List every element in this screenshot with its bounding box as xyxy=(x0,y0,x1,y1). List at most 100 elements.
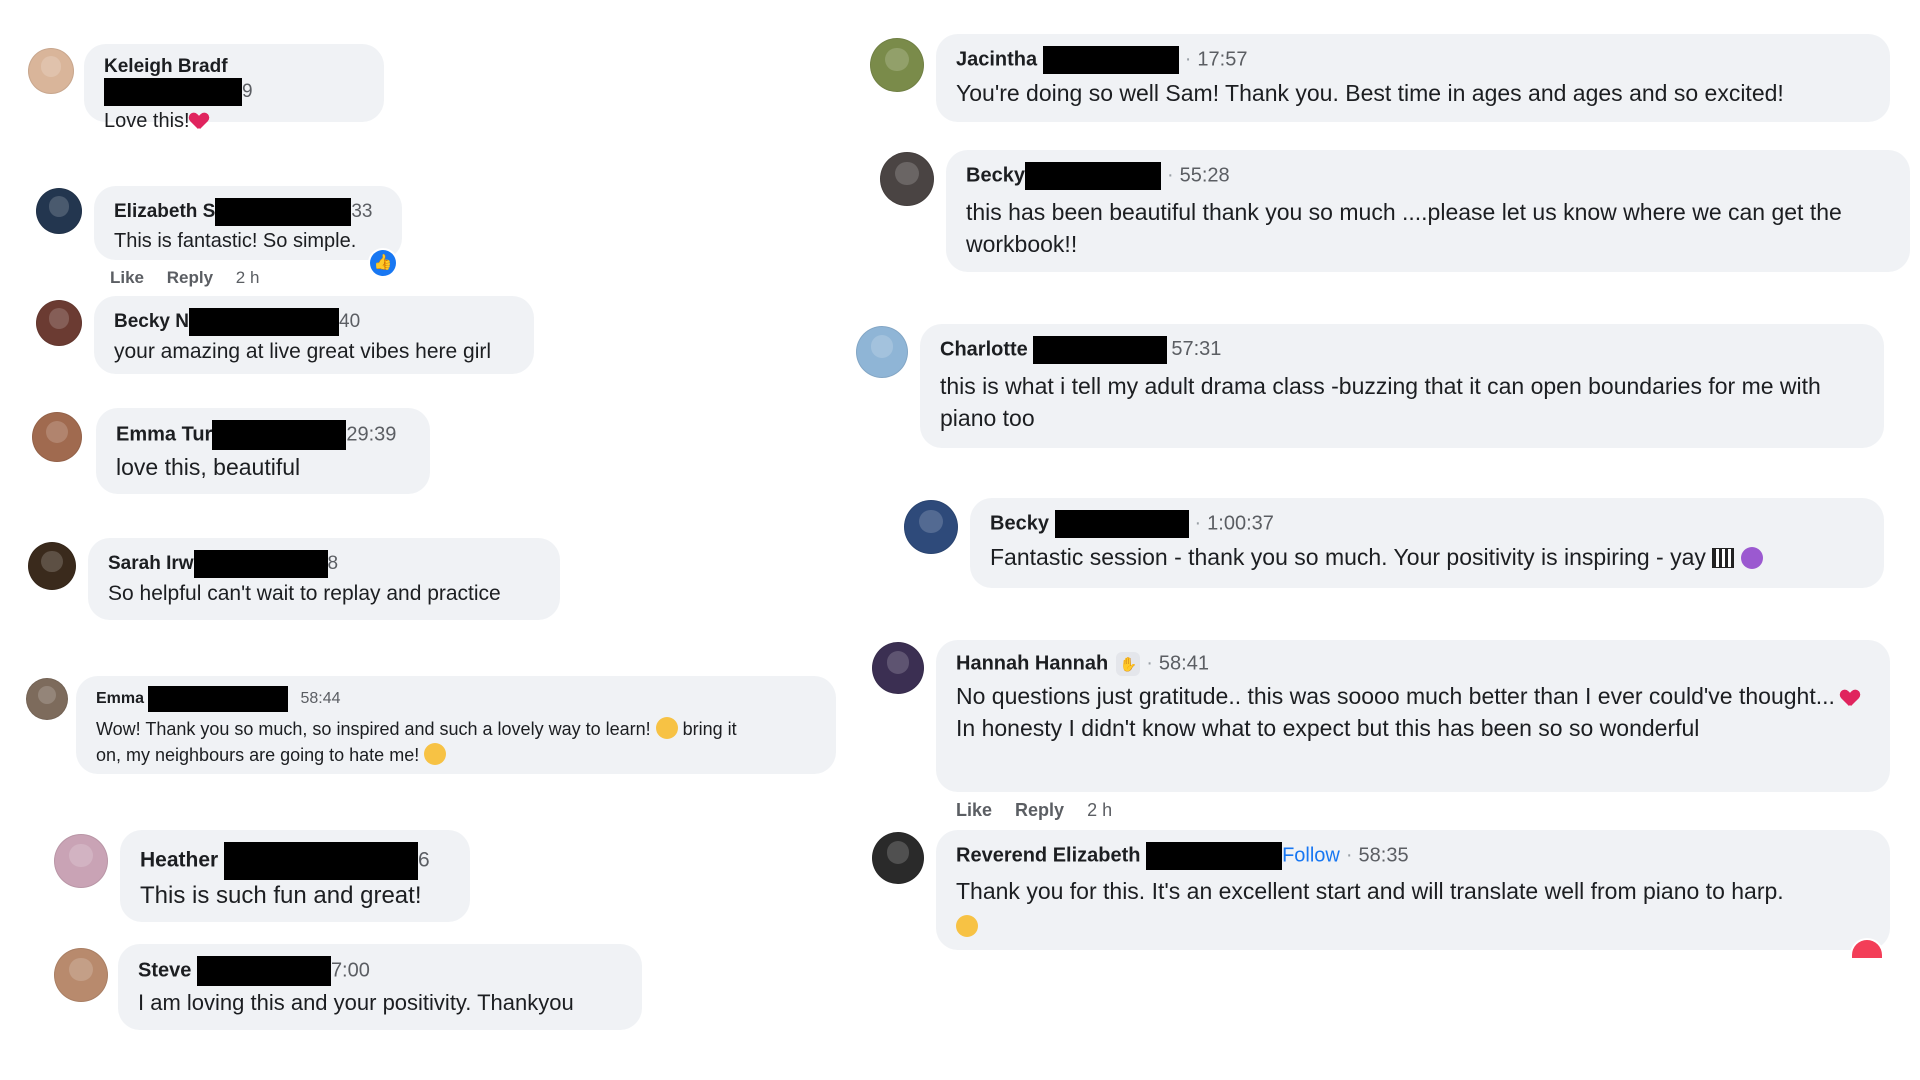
commenter-name[interactable]: Heather xyxy=(140,849,218,872)
avatar[interactable] xyxy=(856,326,908,378)
comment-time: 8 xyxy=(327,553,339,575)
avatar[interactable] xyxy=(870,38,924,92)
comment-text: So helpful can't wait to replay and prac… xyxy=(108,582,501,605)
commenter-name[interactable]: Keleigh Bradf xyxy=(104,56,228,77)
comment-text: love this, beautiful xyxy=(116,454,301,480)
avatar[interactable] xyxy=(36,300,82,346)
heart-icon xyxy=(1841,690,1859,706)
commenter-name[interactable]: Sarah Irw xyxy=(108,553,194,574)
comment-text: this is what i tell my adult drama class… xyxy=(940,373,1821,431)
comment-time: 1:00:37 xyxy=(1207,512,1274,535)
comment-bubble: Emma Tur 29:39 love this, beautiful xyxy=(96,408,430,494)
comment-text: I am loving this and your positivity. Th… xyxy=(138,990,574,1015)
comment-text: This is fantastic! So simple. xyxy=(114,230,357,252)
redaction xyxy=(1146,842,1283,870)
follow-link[interactable]: Follow xyxy=(1282,844,1340,866)
piano-keys-icon xyxy=(1712,548,1735,568)
comment-time: 57:31 xyxy=(1171,338,1222,361)
emoji-smiling-icon xyxy=(956,915,978,937)
like-link[interactable]: Like xyxy=(110,268,144,287)
comment-bubble: Jacintha · 17:57 You're doing so well Sam… xyxy=(936,34,1890,122)
comment-text: bring it xyxy=(682,719,737,739)
comment-time: 58:41 xyxy=(1158,652,1209,675)
comment-bubble: Keleigh Bradf 9 Love this! xyxy=(84,44,384,132)
avatar[interactable] xyxy=(26,678,68,720)
comment-actions: Like Reply 2 h xyxy=(110,268,277,288)
commenter-name[interactable]: Elizabeth S xyxy=(114,201,215,222)
comment-age: 2 h xyxy=(235,268,260,287)
commenter-name[interactable]: Emma xyxy=(96,690,144,707)
comment-age: 2 h xyxy=(1087,800,1113,820)
comment-bubble: Elizabeth S 33 This is fantastic! So simp… xyxy=(94,186,402,260)
comment-text: this has been beautiful thank you so muc… xyxy=(966,199,1842,257)
commenter-name[interactable]: Charlotte xyxy=(940,338,1028,360)
comment-text: Wow! Thank you so much, so inspired and … xyxy=(96,719,651,739)
avatar[interactable] xyxy=(54,834,108,888)
comment-text: No questions just gratitude.. this was s… xyxy=(956,683,1835,709)
comment-actions: Like Reply 2 h xyxy=(956,800,1130,821)
comment-text: This is such fun and great! xyxy=(140,882,422,909)
reply-link[interactable]: Reply xyxy=(1015,800,1064,820)
like-link[interactable]: Like xyxy=(956,800,992,820)
separator: · xyxy=(1194,512,1202,535)
separator: · xyxy=(1146,652,1153,675)
comment-bubble: Heather 6 This is such fun and great! xyxy=(120,830,470,922)
comment-bubble: Sarah Irw 8 So helpful can't wait to repl… xyxy=(88,538,560,620)
commenter-name[interactable]: Becky N xyxy=(114,311,189,332)
emoji-hot-face-icon xyxy=(655,717,678,739)
redaction xyxy=(1033,336,1168,364)
like-reaction-icon[interactable]: 👍 xyxy=(370,250,396,276)
comment-time: 58:35 xyxy=(1358,844,1409,867)
redaction xyxy=(212,420,347,450)
wave-hand-icon: ✋ xyxy=(1116,652,1141,676)
redaction xyxy=(148,686,289,712)
comment-text: Fantastic session - thank you so much. Y… xyxy=(990,544,1706,570)
commenter-name[interactable]: Emma Tur xyxy=(116,423,212,445)
commenter-name[interactable]: Jacintha xyxy=(956,48,1037,70)
commenter-name[interactable]: Steve xyxy=(138,959,191,981)
redaction xyxy=(1024,162,1161,190)
avatar[interactable] xyxy=(54,948,108,1002)
redaction xyxy=(1042,46,1179,74)
avatar[interactable] xyxy=(904,500,958,554)
emoji-laughing-icon xyxy=(424,743,447,765)
comment-text: You're doing so well Sam! Thank you. Bes… xyxy=(956,80,1784,106)
comment-bubble: Hannah Hannah ✋ · 58:41 No questions just g… xyxy=(936,640,1890,792)
redaction xyxy=(189,308,339,336)
avatar[interactable] xyxy=(28,48,74,94)
avatar[interactable] xyxy=(880,152,934,206)
comment-time: 17:57 xyxy=(1197,48,1248,71)
avatar[interactable] xyxy=(28,542,76,590)
commenter-name[interactable]: Hannah Hannah xyxy=(956,652,1108,674)
redaction xyxy=(193,550,328,578)
comment-bubble: Charlotte 57:31 this is what i tell my a… xyxy=(920,324,1884,448)
comment-bubble: Becky · 1:00:37 Fantastic session - thank… xyxy=(970,498,1884,588)
avatar[interactable] xyxy=(36,188,82,234)
avatar[interactable] xyxy=(32,412,82,462)
comment-time: 40 xyxy=(339,311,361,333)
redaction xyxy=(1054,510,1189,538)
comment-text: In honesty I didn't know what to expect … xyxy=(956,715,1700,741)
comment-text: Love this! xyxy=(104,110,190,132)
redaction xyxy=(215,198,352,226)
comment-time: 9 xyxy=(242,81,253,103)
comment-bubble: Becky · 55:28 this has been beautiful than… xyxy=(946,150,1910,272)
avatar[interactable] xyxy=(872,642,924,694)
comment-time: 6 xyxy=(418,848,430,872)
comment-text: your amazing at live great vibes here gi… xyxy=(114,340,492,363)
comment-bubble: Reverend Elizabeth Follow · 58:35 Thank yo… xyxy=(936,830,1890,950)
reply-link[interactable]: Reply xyxy=(167,268,213,287)
comment-time: 7:00 xyxy=(330,959,370,982)
commenter-name[interactable]: Reverend Elizabeth xyxy=(956,844,1141,866)
commenter-name[interactable]: Becky xyxy=(966,164,1025,186)
separator: · xyxy=(1184,48,1192,71)
comment-time: 29:39 xyxy=(346,423,397,446)
comment-bubble: Steve 7:00 I am loving this and your pos… xyxy=(118,944,642,1030)
comment-time: 58:44 xyxy=(300,690,341,708)
redaction xyxy=(104,78,242,106)
commenter-name[interactable]: Becky xyxy=(990,512,1049,534)
comment-text: Thank you for this. It's an excellent st… xyxy=(956,878,1784,904)
avatar[interactable] xyxy=(872,832,924,884)
comment-time: 55:28 xyxy=(1179,164,1230,187)
emoji-star-struck-icon xyxy=(1740,547,1763,569)
